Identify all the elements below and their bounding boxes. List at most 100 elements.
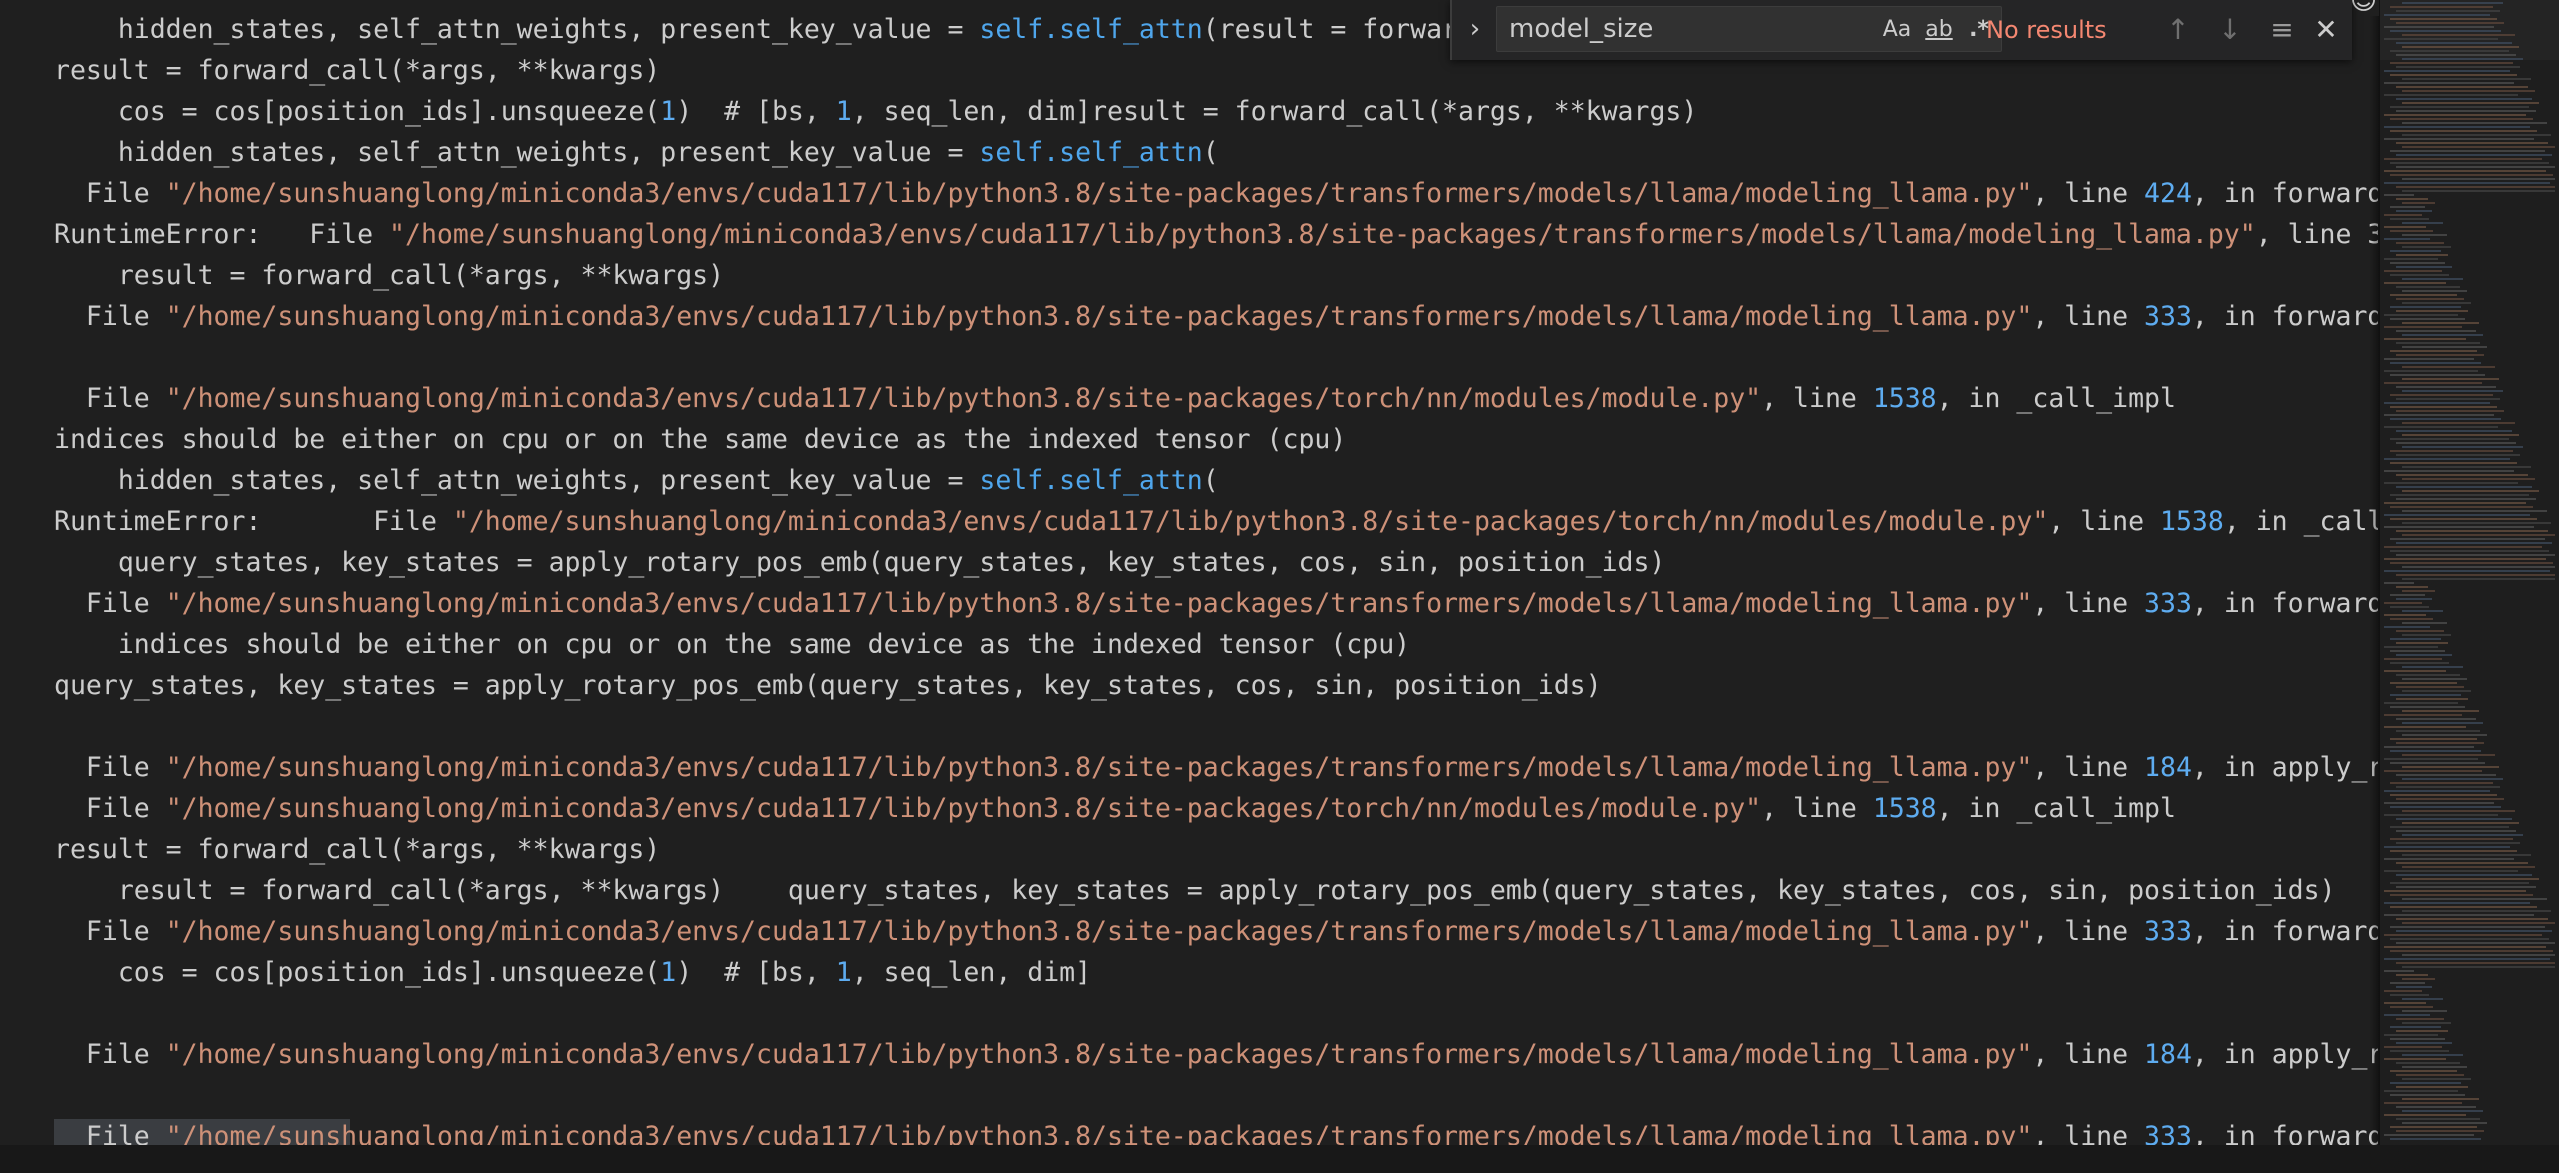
- minimap-row: [2390, 306, 2461, 308]
- minimap-row: [2402, 322, 2479, 324]
- output-token: , in _call_impl: [1936, 383, 2176, 414]
- minimap-row: [2396, 298, 2464, 300]
- output-token: cos = cos[position_ids].unsqueeze(: [54, 96, 661, 127]
- minimap-row: [2402, 222, 2443, 224]
- minimap-row: [2390, 682, 2457, 684]
- minimap-row: [2384, 1090, 2458, 1092]
- find-input[interactable]: [1509, 11, 1809, 47]
- output-token: hidden_states, self_attn_weights, presen…: [54, 465, 980, 496]
- output-token: , in forward: [2191, 1121, 2378, 1145]
- minimap-row: [2396, 110, 2536, 112]
- minimap-row: [2390, 274, 2449, 276]
- output-token: "/home/sunshuanglong/miniconda3/envs/cud…: [165, 301, 2033, 332]
- minimap-row: [2390, 762, 2485, 764]
- minimap-row: [2390, 1026, 2441, 1028]
- find-input-container: Aa ab .*: [1496, 6, 2002, 52]
- minimap-row: [2390, 882, 2529, 884]
- output-token: self.self_attn: [979, 14, 1203, 45]
- close-icon[interactable]: ✕: [2306, 10, 2346, 50]
- minimap-row: [2384, 546, 2542, 548]
- output-token: 1: [660, 957, 677, 988]
- minimap-row: [2384, 570, 2550, 572]
- minimap-row: [2390, 118, 2533, 120]
- output-line: File "/home/sunshuanglong/miniconda3/env…: [54, 296, 2378, 337]
- minimap-row: [2396, 154, 2552, 156]
- minimap-row: [2390, 130, 2537, 132]
- minimap-row: [2384, 582, 2414, 584]
- output-token: , in _call_impl: [2223, 506, 2378, 537]
- minimap-row: [2402, 510, 2547, 512]
- minimap-row: [2396, 698, 2468, 700]
- minimap-row: [2396, 474, 2528, 476]
- output-token: ) # [bs,: [676, 96, 836, 127]
- minimap-row: [2384, 270, 2442, 272]
- minimap-row: [2402, 1078, 2471, 1080]
- minimap-row: [2396, 10, 2500, 12]
- output-token: result = forward_call(*args, **kwargs): [54, 55, 661, 86]
- minimap-row: [2384, 814, 2498, 816]
- minimap-row: [2384, 790, 2490, 792]
- minimap-row: [2396, 198, 2428, 200]
- output-token: indices should be either on cpu or on th…: [54, 424, 1347, 455]
- minimap-row: [2384, 70, 2510, 72]
- minimap[interactable]: [2380, 0, 2559, 1145]
- minimap-row: [2384, 326, 2462, 328]
- output-token: 1538: [1872, 793, 1937, 824]
- output-token: "/home/sunshuanglong/miniconda3/envs/cud…: [165, 588, 2033, 619]
- minimap-row: [2384, 758, 2478, 760]
- minimap-row: [2402, 778, 2503, 780]
- minimap-row: [2396, 798, 2504, 800]
- minimap-row: [2396, 962, 2555, 964]
- minimap-row: [2384, 38, 2498, 40]
- output-token: "/home/sunshuanglong/miniconda3/envs/cud…: [165, 916, 2033, 947]
- minimap-row: [2402, 578, 2555, 580]
- minimap-row: [2396, 398, 2500, 400]
- chevron-right-icon[interactable]: ›: [1460, 8, 1490, 50]
- minimap-row: [2402, 446, 2523, 448]
- minimap-row: [2402, 302, 2471, 304]
- output-line: result = forward_call(*args, **kwargs) q…: [54, 870, 2378, 911]
- minimap-row: [2390, 462, 2517, 464]
- minimap-row: [2384, 14, 2490, 16]
- output-token: , line: [2032, 1121, 2145, 1145]
- emoji-icon[interactable]: ☺: [2350, 0, 2377, 16]
- output-token: , line: [2048, 506, 2160, 537]
- minimap-row: [2396, 1074, 2464, 1076]
- minimap-row: [2390, 150, 2545, 152]
- minimap-row: [2390, 394, 2493, 396]
- find-in-selection-icon[interactable]: ≡: [2262, 10, 2302, 50]
- minimap-row: [2396, 1062, 2460, 1064]
- minimap-row: [2384, 1014, 2430, 1016]
- minimap-row: [2396, 310, 2468, 312]
- minimap-row: [2396, 430, 2512, 432]
- output-editor[interactable]: hidden_states, self_attn_weights, presen…: [0, 0, 2378, 1145]
- minimap-row: [2402, 434, 2519, 436]
- minimap-row: [2390, 50, 2509, 52]
- arrow-down-icon[interactable]: ↓: [2210, 10, 2250, 50]
- minimap-row: [2396, 718, 2476, 720]
- output-token: hidden_states, self_attn_weights, presen…: [54, 14, 980, 45]
- output-token: 1: [835, 96, 852, 127]
- minimap-row: [2384, 182, 2550, 184]
- arrow-up-icon[interactable]: ↑: [2158, 10, 2198, 50]
- find-widget: › Aa ab .* No results ↑ ↓ ≡ ✕: [1450, 0, 2352, 60]
- minimap-row: [2402, 590, 2435, 592]
- minimap-row: [2384, 890, 2526, 892]
- minimap-row: [2402, 390, 2503, 392]
- output-token: query_states, key_states = apply_rotary_…: [54, 670, 1602, 701]
- minimap-row: [2402, 1098, 2479, 1100]
- output-token: , line: [2032, 916, 2145, 947]
- output-line: indices should be either on cpu or on th…: [54, 419, 2378, 460]
- whole-word-icon[interactable]: ab: [1919, 15, 1959, 45]
- minimap-row: [2402, 1066, 2467, 1068]
- minimap-row: [2390, 738, 2477, 740]
- output-token: result = forward_call(*args, **kwargs): [54, 260, 725, 291]
- minimap-row: [2402, 122, 2547, 124]
- output-token: "/home/sunshuanglong/miniconda3/envs/cud…: [165, 793, 1762, 824]
- match-case-icon[interactable]: Aa: [1877, 15, 1917, 45]
- output-token: 184: [2144, 752, 2192, 783]
- minimap-row: [2384, 958, 2550, 960]
- minimap-row: [2384, 426, 2498, 428]
- minimap-row: [2396, 574, 2555, 576]
- minimap-row: [2396, 486, 2532, 488]
